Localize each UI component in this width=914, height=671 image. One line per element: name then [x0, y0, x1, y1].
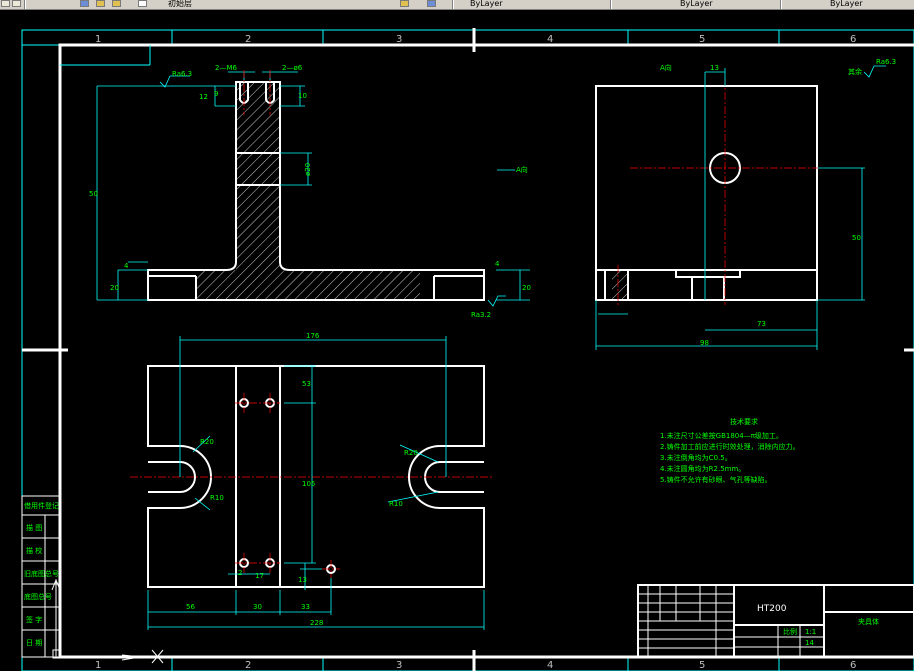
scale-label: 比例 — [783, 627, 797, 636]
dim-text: 2 — [238, 569, 242, 577]
technical-requirements: 技术要求 1.未注尺寸公差按GB1804—π级加工。 2.铸件加工前应进行时效处… — [660, 417, 800, 484]
strip-label: 签 字 — [26, 615, 42, 624]
dim-text: 13 — [710, 64, 719, 72]
dim-text: 50 — [852, 234, 861, 242]
view-arrow-label: A向 — [516, 165, 528, 174]
dim-text: 4 — [124, 262, 129, 270]
dim-text: 30 — [253, 603, 262, 611]
zone-label: 1 — [95, 34, 101, 45]
tech-note-line: 4.未注圆角均为R2.5mm。 — [660, 464, 745, 473]
dim-text: 176 — [306, 332, 320, 340]
dim-text: 9 — [214, 90, 218, 98]
dim-text: 73 — [757, 320, 766, 328]
dim-text: 13 — [298, 576, 307, 584]
zone-label: 2 — [245, 34, 251, 45]
dim-text: 4 — [495, 260, 500, 268]
dim-text: R20 — [200, 438, 214, 446]
dim-text: 33 — [301, 603, 310, 611]
zone-label: 3 — [396, 660, 402, 671]
zone-label: 1 — [95, 660, 101, 671]
strip-label: 旧底图总号 — [24, 569, 59, 578]
callout-hole: 2—ø6 — [282, 64, 303, 72]
left-registration-strip: 借用件登记 描 图 描 校 旧底图总号 底图总号 签 字 日 期 — [21, 495, 60, 658]
zone-label: 3 — [396, 34, 402, 45]
dim-text: R10 — [210, 494, 224, 502]
dim-text: 50 — [89, 190, 98, 198]
callout-tapped: 2—M6 — [215, 64, 237, 72]
material-field: HT200 — [757, 604, 787, 614]
dim-text: 17 — [255, 572, 264, 580]
tech-notes-title: 技术要求 — [730, 417, 758, 426]
roughness-symbol: Ra6.3 — [876, 58, 896, 66]
dim-text: 98 — [700, 339, 709, 347]
zone-label: 5 — [699, 34, 705, 45]
strip-label: 描 校 — [26, 546, 42, 555]
scale-value: 1:1 — [805, 628, 816, 636]
zone-label: 4 — [547, 34, 553, 45]
zone-label: 6 — [850, 34, 856, 45]
dim-text: 105 — [302, 480, 315, 488]
zone-labels: 1 2 3 4 5 6 1 2 3 4 5 6 — [95, 34, 856, 671]
tech-note-line: 1.未注尺寸公差按GB1804—π级加工。 — [660, 431, 783, 440]
strip-label: 借用件登记 — [24, 501, 59, 510]
dim-text: 10 — [298, 92, 307, 100]
strip-label: 描 图 — [26, 523, 42, 532]
dim-text: R10 — [389, 500, 403, 508]
roughness-prefix: 其余 — [848, 67, 862, 76]
tech-note-line: 5.铸件不允许有砂眼、气孔等缺陷。 — [660, 475, 772, 484]
dim-text: 20 — [110, 284, 119, 292]
dim-text: 56 — [186, 603, 195, 611]
dim-text: 12 — [199, 93, 208, 101]
dim-text: 20 — [522, 284, 531, 292]
outer-frame — [21, 29, 914, 671]
zone-label: 2 — [245, 660, 251, 671]
tech-note-line: 2.铸件加工前应进行时效处理，消除内应力。 — [660, 442, 800, 451]
roughness-symbol: Ra6.3 — [172, 70, 192, 78]
dim-text: R20 — [404, 449, 418, 457]
dim-text: ø20 — [304, 163, 312, 176]
dim-text: 53 — [302, 380, 311, 388]
plan-view[interactable]: 176 53 105 56 30 33 17 13 2 R20 R10 R20 … — [130, 332, 494, 630]
drawing-canvas[interactable]: 1 2 3 4 5 6 1 2 3 4 5 6 2—M6 2—ø6 12 9 1… — [0, 0, 914, 671]
title-block[interactable]: HT200 夹具体 比例 1:1 14 — [637, 584, 914, 658]
dim-text: 228 — [310, 619, 323, 627]
front-section-view[interactable]: 2—M6 2—ø6 12 9 10 ø20 4 20 4 20 50 Ra6.3… — [89, 64, 531, 319]
zone-label: 4 — [547, 660, 553, 671]
roughness-symbol: Ra3.2 — [471, 311, 491, 319]
zone-label: 6 — [850, 660, 856, 671]
tech-note-line: 3.未注倒角均为C0.5。 — [660, 453, 732, 462]
strip-label: 日 期 — [26, 639, 42, 647]
zone-label: 5 — [699, 660, 705, 671]
part-name-field: 夹具体 — [858, 617, 879, 626]
view-label: A向 — [660, 63, 672, 72]
side-view[interactable]: A向 13 73 50 98 其余 Ra6.3 — [595, 58, 896, 350]
drawing-border — [22, 28, 914, 671]
strip-label: 底图总号 — [24, 592, 52, 601]
sheet-count: 14 — [805, 639, 814, 647]
